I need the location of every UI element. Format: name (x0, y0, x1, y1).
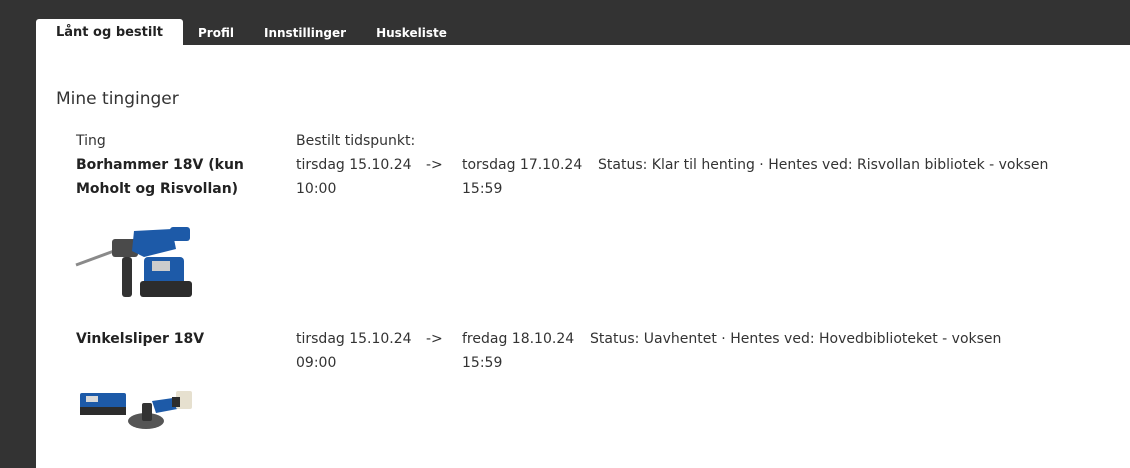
reservation-2-arrow: -> (426, 331, 443, 347)
reservation-1-name[interactable]: Borhammer 18V (kun Moholt og Risvollan) (76, 153, 256, 201)
tab-innstillinger[interactable]: Innstillinger (249, 19, 361, 45)
rotary-hammer-drill-icon (75, 227, 192, 297)
tab-lant-og-bestilt[interactable]: Lånt og bestilt (36, 19, 184, 45)
content-panel: Mine tinginger Ting Bestilt tidspunkt: B… (36, 45, 1130, 468)
reservation-1-arrow: -> (426, 157, 443, 173)
reservation-1-from-date: tirsdag 15.10.24 (296, 157, 412, 173)
tab-huskeliste[interactable]: Huskeliste (361, 19, 462, 45)
column-header-item: Ting (76, 133, 106, 149)
reservation-2-from-date: tirsdag 15.10.24 (296, 331, 412, 347)
reservation-2-status: Status: Uavhentet · Hentes ved: Hovedbib… (590, 331, 1002, 347)
reservation-1-to-date: torsdag 17.10.24 (462, 157, 583, 173)
column-header-ordered: Bestilt tidspunkt: (296, 133, 416, 149)
tab-profil[interactable]: Profil (183, 19, 249, 45)
reservation-2-to-date: fredag 18.10.24 (462, 331, 575, 347)
reservation-2-to-time: 15:59 (462, 355, 503, 371)
angle-grinder-with-case-icon (80, 391, 192, 429)
reservation-2-name[interactable]: Vinkelsliper 18V (76, 327, 256, 351)
reservation-1-to-time: 15:59 (462, 181, 503, 197)
reservation-2-from-time: 09:00 (296, 355, 337, 371)
reservation-1-status: Status: Klar til henting · Hentes ved: R… (598, 157, 1049, 173)
page-title: Mine tinginger (56, 89, 179, 109)
reservation-1-from-time: 10:00 (296, 181, 337, 197)
tab-bar: Lånt og bestilt Profil Innstillinger Hus… (36, 19, 462, 45)
